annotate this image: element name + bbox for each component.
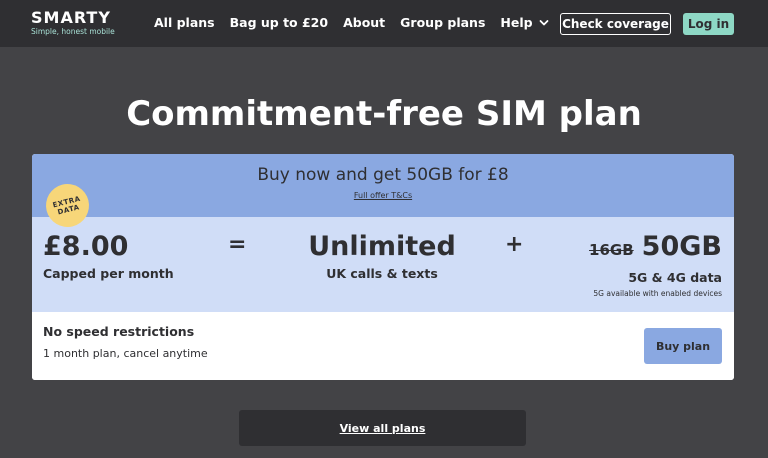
plus-sign: +	[505, 232, 524, 257]
view-all-plans-button[interactable]: View all plans	[239, 410, 526, 446]
promo-headline: Buy now and get 50GB for £8	[257, 165, 509, 185]
nav-bag-up[interactable]: Bag up to £20	[230, 15, 328, 31]
smarty-logo[interactable]: SMARTY Simple, honest mobile	[31, 9, 115, 37]
page-title: Commitment-free SIM plan	[126, 94, 642, 134]
nav-about[interactable]: About	[343, 15, 385, 31]
plan-details: £8.00 Capped per month = Unlimited UK ca…	[32, 217, 734, 312]
equals-sign: =	[228, 232, 247, 257]
nav-help[interactable]: Help	[500, 15, 548, 31]
new-data-amount: 50GB	[641, 231, 722, 262]
check-coverage-button[interactable]: Check coverage	[560, 13, 671, 35]
buy-plan-button[interactable]: Buy plan	[644, 328, 722, 364]
logo-wordmark: SMARTY	[31, 8, 111, 27]
logo-tagline: Simple, honest mobile	[31, 27, 115, 36]
data-allowance: 16GB 50GB	[589, 231, 722, 263]
main-nav: All plans Bag up to £20 About Group plan…	[154, 15, 564, 31]
chevron-down-icon	[539, 20, 548, 26]
price-caption: Capped per month	[43, 266, 174, 281]
login-button[interactable]: Log in	[683, 13, 734, 35]
term-info: 1 month plan, cancel anytime	[43, 347, 208, 360]
plan-price: £8.00	[43, 231, 129, 262]
nav-all-plans[interactable]: All plans	[154, 15, 215, 31]
top-navigation-bar: SMARTY Simple, honest mobile All plans B…	[0, 0, 768, 47]
data-caption: 5G & 4G data	[628, 270, 722, 285]
offer-terms-link[interactable]: Full offer T&Cs	[32, 191, 734, 201]
nav-help-label: Help	[500, 15, 533, 30]
nav-group-plans[interactable]: Group plans	[400, 15, 485, 31]
plan-footer: No speed restrictions 1 month plan, canc…	[32, 312, 734, 380]
speed-info: No speed restrictions	[43, 324, 195, 339]
data-footnote: 5G available with enabled devices	[593, 289, 722, 298]
calls-allowance: Unlimited	[308, 231, 456, 262]
promo-banner: Buy now and get 50GB for £8 Full offer T…	[32, 154, 734, 217]
old-data-amount: 16GB	[589, 241, 634, 259]
plan-card: Buy now and get 50GB for £8 Full offer T…	[32, 154, 734, 380]
calls-caption: UK calls & texts	[326, 266, 438, 281]
